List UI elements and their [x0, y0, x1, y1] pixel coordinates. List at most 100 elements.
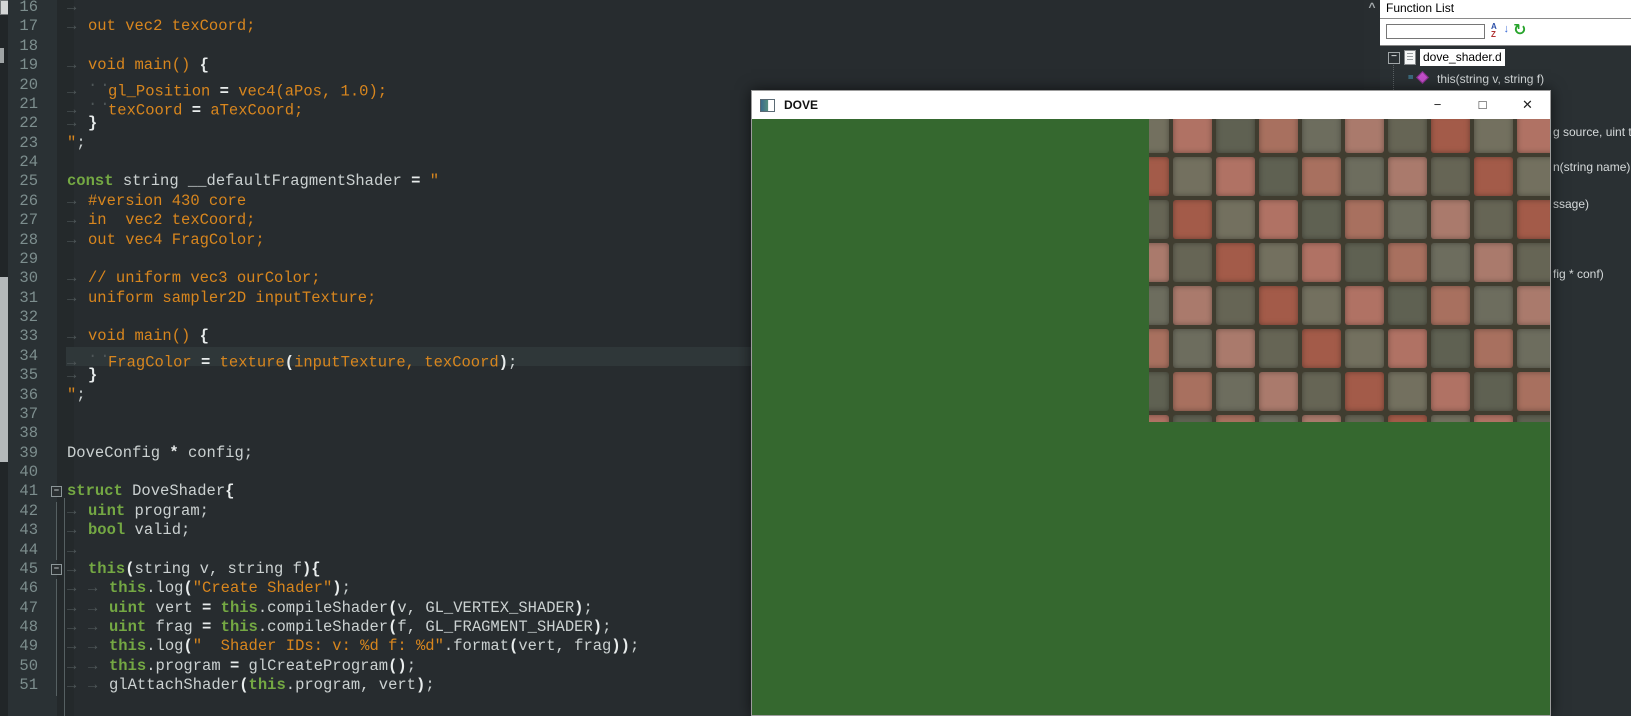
- dove-window: DOVE − □ ✕: [751, 90, 1551, 716]
- tree-item-function[interactable]: = this(string v, string f): [1380, 69, 1631, 87]
- code-line[interactable]: 19 → void main() {: [0, 56, 1364, 75]
- line-number[interactable]: 37: [0, 405, 49, 424]
- code-token: (: [239, 676, 249, 695]
- code-line[interactable]: 16 →: [0, 0, 1364, 17]
- line-number[interactable]: 28: [0, 231, 49, 250]
- tree-item-clipped[interactable]: g source, uint t: [1553, 123, 1631, 141]
- tree-item-clipped[interactable]: fig * conf): [1553, 265, 1604, 283]
- code-line[interactable]: 17 → out vec2 texCoord;: [0, 17, 1364, 36]
- code-line[interactable]: 18: [0, 37, 1364, 56]
- line-number[interactable]: 47: [0, 599, 49, 618]
- line-number[interactable]: 43: [0, 521, 49, 540]
- line-number[interactable]: 16: [0, 0, 49, 17]
- fold-minus-icon[interactable]: −: [51, 563, 62, 575]
- code-token: (: [125, 559, 135, 578]
- line-number[interactable]: 48: [0, 618, 49, 637]
- line-number[interactable]: 31: [0, 289, 49, 308]
- line-number[interactable]: 40: [0, 463, 49, 482]
- code-token: this: [109, 656, 147, 675]
- paver-cell: [1216, 286, 1255, 325]
- line-number[interactable]: 39: [0, 444, 49, 463]
- line-number[interactable]: 34: [0, 347, 49, 366]
- tree-item-clipped[interactable]: n(string name): [1553, 158, 1630, 176]
- fold-cell: −: [49, 560, 66, 579]
- tab-whitespace-icon: →: [67, 191, 77, 210]
- fold-cell: [49, 95, 66, 114]
- paver-cell: [1259, 415, 1298, 422]
- code-token: ){: [301, 559, 321, 578]
- line-number[interactable]: 32: [0, 308, 49, 327]
- paver-cell: [1173, 415, 1212, 422]
- function-list-search-input[interactable]: [1386, 24, 1485, 39]
- line-number[interactable]: 24: [0, 153, 49, 172]
- code-token: (: [509, 637, 519, 656]
- paver-cell: [1216, 119, 1255, 153]
- sort-az-icon[interactable]: A Z ↓: [1491, 23, 1509, 40]
- paver-cell: [1149, 415, 1169, 422]
- function-icon-lines: =: [1408, 73, 1414, 83]
- paver-cell: [1216, 157, 1255, 196]
- line-number[interactable]: 18: [0, 37, 49, 56]
- paver-cell: [1474, 119, 1513, 153]
- line-number[interactable]: 41: [0, 482, 49, 501]
- line-number[interactable]: 23: [0, 134, 49, 153]
- line-number[interactable]: 26: [0, 192, 49, 211]
- paver-cell: [1517, 372, 1550, 411]
- fold-minus-icon[interactable]: −: [51, 486, 62, 498]
- line-number[interactable]: 29: [0, 250, 49, 269]
- dove-app-icon: [760, 98, 775, 112]
- line-number[interactable]: 17: [0, 17, 49, 36]
- line-number[interactable]: 38: [0, 424, 49, 443]
- paver-cell: [1216, 200, 1255, 239]
- paver-cell: [1345, 157, 1384, 196]
- fold-cell: [49, 637, 66, 657]
- texture-image: [1149, 119, 1550, 422]
- maximize-button[interactable]: □: [1460, 91, 1505, 119]
- fold-cell: [49, 444, 66, 463]
- line-number[interactable]: 22: [0, 114, 49, 133]
- tab-whitespace-icon: →: [67, 327, 77, 346]
- line-number[interactable]: 50: [0, 657, 49, 676]
- code-token: ): [592, 618, 603, 636]
- line-number[interactable]: 33: [0, 327, 49, 346]
- code-text[interactable]: →: [66, 0, 1364, 17]
- close-button[interactable]: ✕: [1505, 91, 1550, 119]
- tree-item-function-label[interactable]: this(string v, string f): [1437, 70, 1544, 88]
- code-token: uniform sampler2D inputTexture;: [88, 288, 377, 307]
- fold-cell: [49, 114, 66, 133]
- fold-cell: [49, 250, 66, 269]
- code-token: in vec2 texCoord;: [88, 211, 256, 230]
- paver-cell: [1302, 329, 1341, 368]
- line-number[interactable]: 49: [0, 637, 49, 656]
- line-number[interactable]: 42: [0, 502, 49, 521]
- tree-item-file-label[interactable]: dove_shader.d: [1420, 49, 1505, 66]
- line-number[interactable]: 45: [0, 560, 49, 579]
- line-number[interactable]: 51: [0, 676, 49, 695]
- code-token: frag: [146, 618, 203, 636]
- line-number[interactable]: 46: [0, 579, 49, 598]
- dove-titlebar[interactable]: DOVE − □ ✕: [752, 91, 1550, 119]
- line-number[interactable]: 35: [0, 366, 49, 385]
- collapse-minus-icon[interactable]: −: [1388, 52, 1400, 64]
- tree-item-clipped[interactable]: ssage): [1553, 195, 1589, 213]
- minimize-button[interactable]: −: [1415, 91, 1460, 119]
- tree-item-file[interactable]: − dove_shader.d: [1380, 49, 1631, 67]
- code-text[interactable]: [66, 37, 1364, 56]
- line-number[interactable]: 36: [0, 386, 49, 405]
- paver-cell: [1517, 243, 1550, 282]
- line-number[interactable]: 25: [0, 172, 49, 191]
- paver-cell: [1302, 243, 1341, 282]
- code-text[interactable]: → out vec2 texCoord;: [66, 17, 1364, 36]
- code-text[interactable]: → void main() {: [66, 56, 1364, 75]
- tab-whitespace-icon: →: [67, 521, 77, 540]
- line-number[interactable]: 44: [0, 541, 49, 560]
- line-number[interactable]: 27: [0, 211, 49, 230]
- scroll-up-arrow-icon[interactable]: ^: [1364, 0, 1380, 16]
- fold-cell: [49, 656, 66, 677]
- line-number[interactable]: 20: [0, 76, 49, 95]
- line-number[interactable]: 19: [0, 56, 49, 75]
- line-number[interactable]: 21: [0, 95, 49, 114]
- line-number[interactable]: 30: [0, 269, 49, 288]
- refresh-icon[interactable]: ↻: [1513, 21, 1531, 39]
